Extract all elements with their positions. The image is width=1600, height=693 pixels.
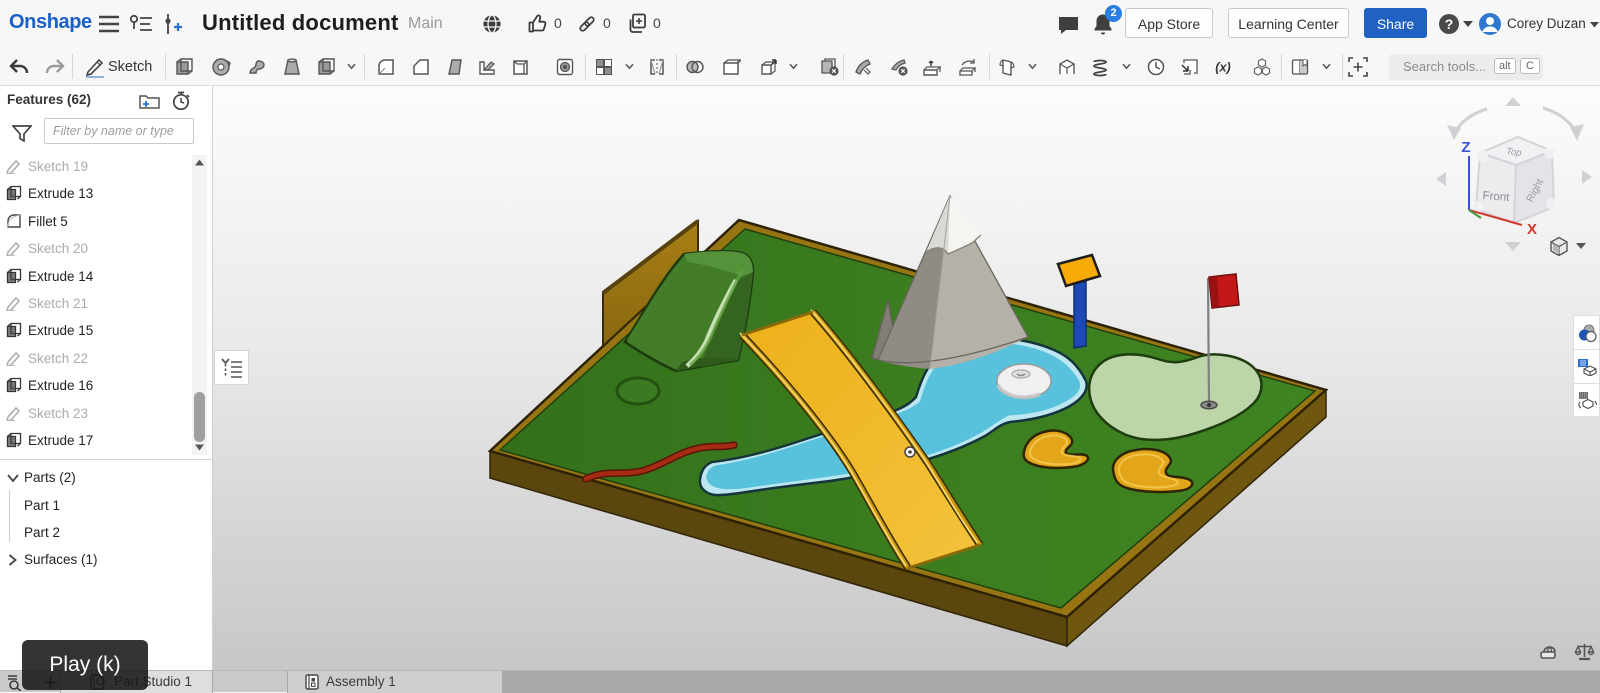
svg-text:X: X (1527, 221, 1537, 238)
svg-text:Front: Front (1482, 190, 1510, 204)
svg-text:Z: Z (1461, 139, 1470, 156)
svg-text:Top: Top (1505, 146, 1522, 159)
